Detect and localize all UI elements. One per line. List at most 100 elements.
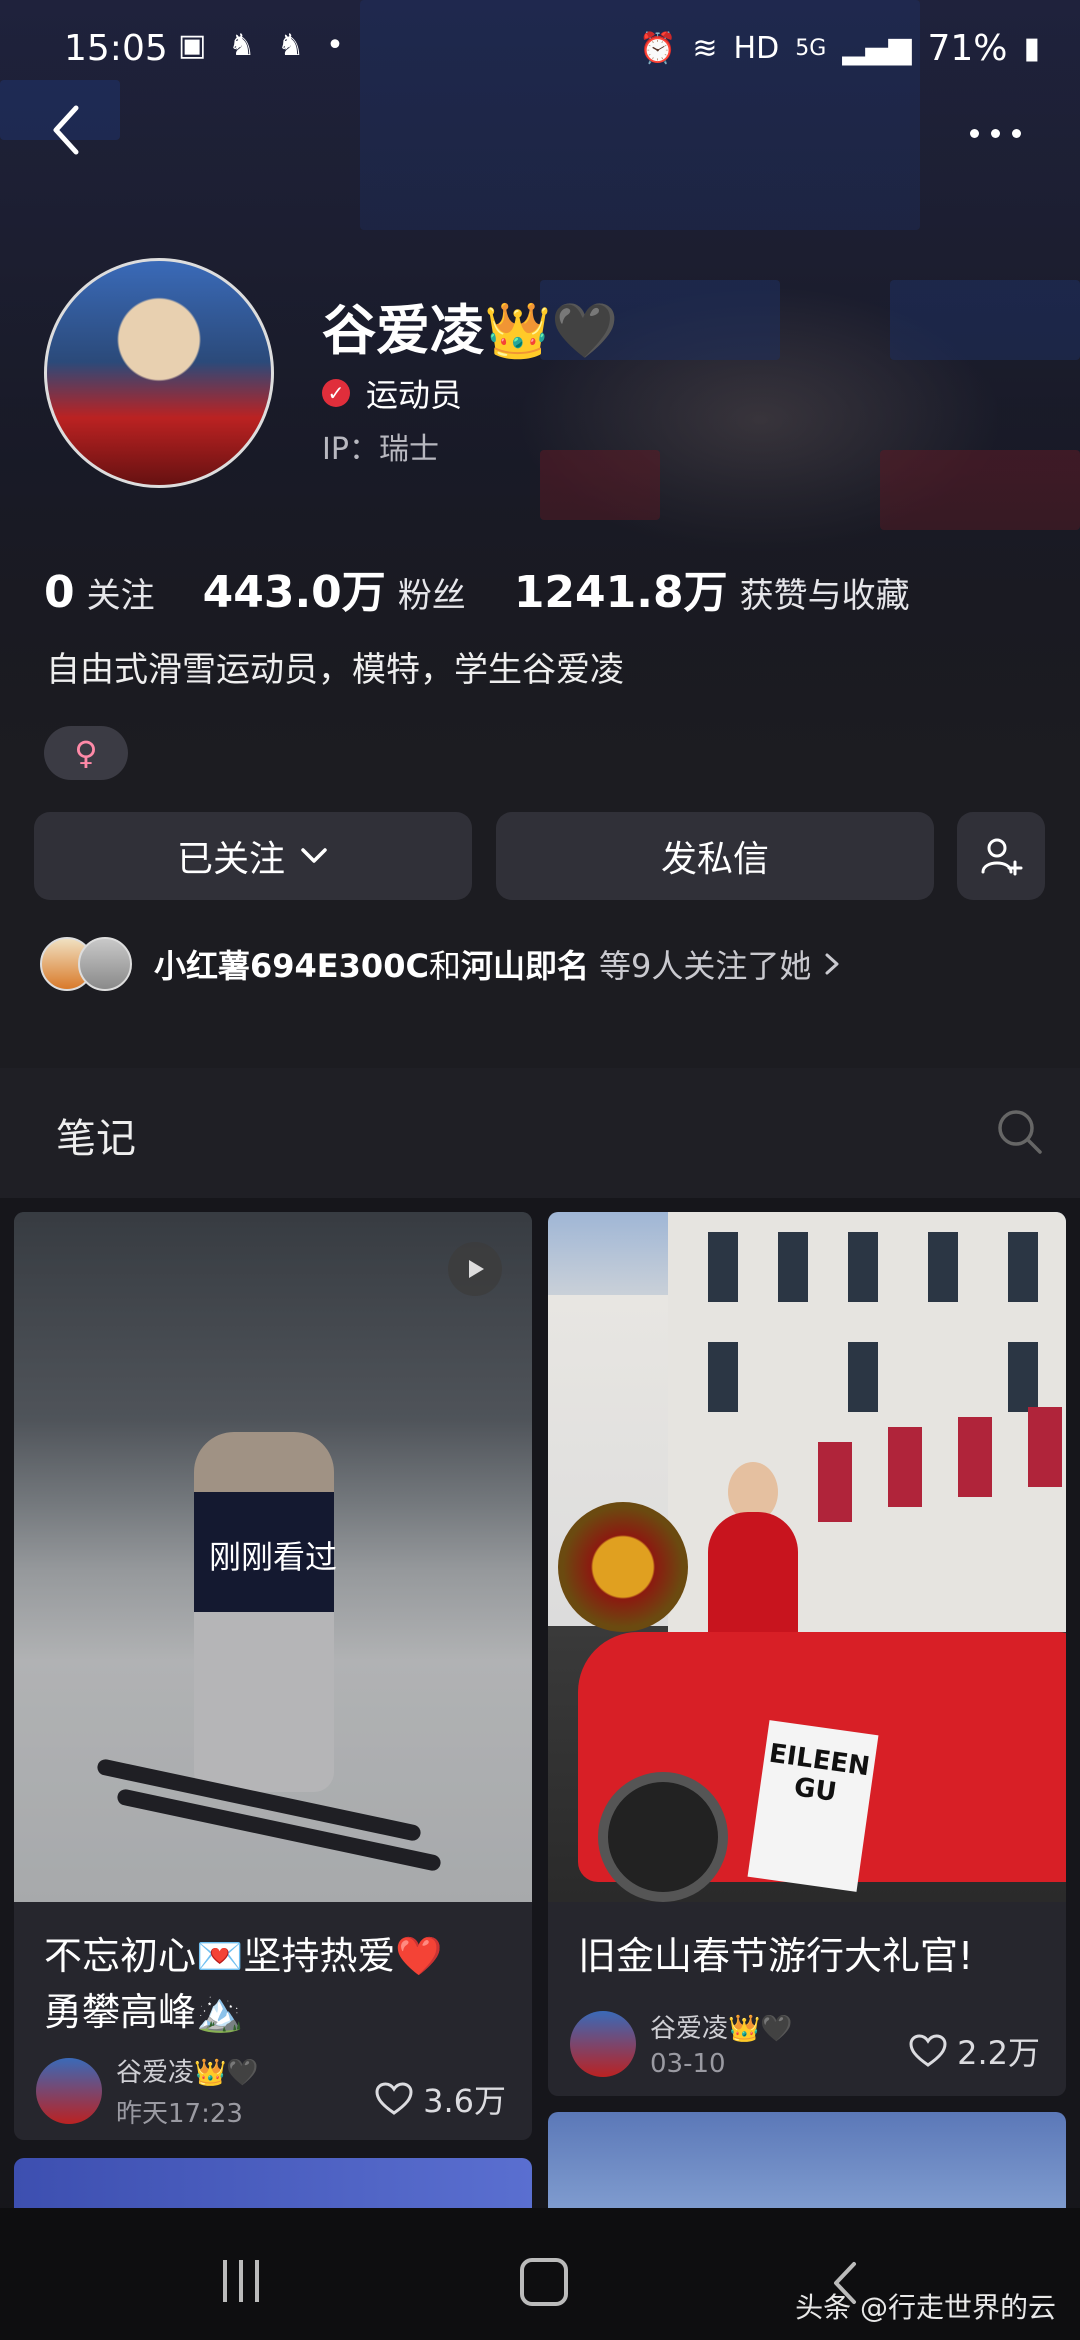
like-count: 3.6万 — [423, 2082, 506, 2120]
window-shape — [928, 1232, 958, 1302]
banner-shape — [888, 1427, 922, 1507]
note-cover-image: EILEEN GU — [548, 1212, 1066, 1902]
following-count[interactable]: 0 — [44, 567, 75, 618]
signal-icon: ▂▄▆ — [842, 31, 912, 66]
status-notification-icons: ▣ ♞ ♞ • — [178, 28, 344, 63]
likes-count[interactable]: 1241.8万 — [514, 556, 728, 620]
note-card[interactable]: EILEEN GU 旧金山春节游行大礼官! 谷爱凌👑🖤 03-10 2.2万 — [548, 1212, 1066, 2096]
notes-search-button[interactable] — [994, 1106, 1046, 1158]
chevron-down-icon — [301, 848, 327, 863]
note-card[interactable] — [14, 2158, 532, 2208]
note-title: 不忘初心💌坚持热爱❤️ 勇攀高峰🏔️ — [44, 1928, 443, 2040]
tab-notes[interactable]: 笔记 — [56, 1106, 136, 1164]
system-nav-bar: 头条 @行走世界的云 — [0, 2208, 1080, 2340]
car-plate: EILEEN GU — [747, 1720, 879, 1892]
more-options-button[interactable] — [970, 118, 1040, 148]
recent-apps-button[interactable] — [218, 2260, 264, 2302]
heart-icon — [909, 2034, 947, 2067]
status-bar: 15:05 ▣ ♞ ♞ • ⏰ ≋ HD 5G ▂▄▆ 71% ▮ — [0, 18, 1080, 88]
add-friend-button[interactable] — [957, 812, 1045, 900]
mutual-connector: 和 — [428, 947, 461, 985]
window-shape — [848, 1342, 878, 1412]
note-date: 03-10 — [650, 2049, 726, 2079]
alarm-icon: ⏰ — [639, 31, 677, 66]
heart-icon — [375, 2082, 413, 2115]
status-time: 15:05 — [64, 28, 168, 69]
message-button[interactable]: 发私信 — [496, 812, 934, 900]
battery-level: 71% — [927, 28, 1008, 69]
chevron-left-icon — [53, 105, 79, 155]
note-cover-image: 刚刚看过 — [14, 1212, 532, 1902]
battery-icon: ▮ — [1023, 31, 1040, 66]
play-icon — [469, 1260, 484, 1278]
following-button-label: 已关注 — [176, 839, 285, 880]
add-user-icon — [981, 838, 1023, 876]
window-shape — [1008, 1232, 1038, 1302]
followers-label[interactable]: 粉丝 — [398, 568, 466, 617]
notes-feed: 刚刚看过 不忘初心💌坚持热爱❤️ 勇攀高峰🏔️ 谷爱凌👑🖤 昨天17:23 3.… — [0, 1198, 1080, 2208]
note-title: 旧金山春节游行大礼官! — [578, 1934, 974, 1978]
recently-viewed-label: 刚刚看过 — [208, 1538, 337, 1576]
following-button[interactable]: 已关注 — [34, 812, 472, 900]
author-avatar — [570, 2010, 636, 2077]
app-icon: ♞ — [228, 28, 256, 63]
window-shape — [848, 1232, 878, 1302]
note-title-line: 勇攀高峰🏔️ — [44, 1990, 244, 2034]
following-label[interactable]: 关注 — [87, 568, 155, 617]
profile-name: 谷爱凌👑🖤 — [322, 286, 618, 365]
profile-stats: 0 关注 443.0万 粉丝 1241.8万 获赞与收藏 — [44, 556, 958, 620]
window-shape — [1008, 1342, 1038, 1412]
gender-female-icon: ♀ — [44, 726, 128, 780]
avatar[interactable] — [44, 258, 274, 488]
banner-shape — [818, 1442, 852, 1522]
wheel-shape — [598, 1772, 728, 1902]
gallery-icon: ▣ — [178, 28, 207, 63]
banner-shape — [1028, 1407, 1062, 1487]
note-author[interactable]: 谷爱凌👑🖤 03-10 — [570, 2008, 793, 2079]
message-button-label: 发私信 — [660, 839, 769, 880]
dot-icon: • — [326, 28, 344, 63]
app-icon: ♞ — [277, 28, 305, 63]
chevron-right-icon — [825, 953, 839, 975]
like-count: 2.2万 — [957, 2034, 1040, 2072]
note-title-line: 不忘初心💌坚持热爱❤️ — [44, 1934, 443, 1978]
note-card[interactable]: 刚刚看过 不忘初心💌坚持热爱❤️ 勇攀高峰🏔️ 谷爱凌👑🖤 昨天17:23 3.… — [14, 1212, 532, 2140]
more-dot-icon — [970, 128, 979, 138]
flowers-shape — [558, 1502, 688, 1632]
notes-tab-bar: 笔记 — [0, 1068, 1080, 1198]
window-shape — [708, 1342, 738, 1412]
author-name: 谷爱凌👑🖤 — [650, 2014, 793, 2044]
author-name: 谷爱凌👑🖤 — [116, 2058, 259, 2088]
like-button[interactable]: 3.6万 — [375, 2076, 506, 2122]
profile-name-emojis: 👑🖤 — [484, 299, 619, 362]
window-shape — [778, 1232, 808, 1302]
more-dot-icon — [991, 128, 1000, 138]
ip-location: IP：瑞士 — [322, 432, 439, 467]
verified-badge: ✓ 运动员 — [322, 370, 462, 416]
note-date: 昨天17:23 — [116, 2099, 243, 2129]
mutual-name-2: 河山即名 — [460, 947, 589, 985]
more-dot-icon — [1012, 128, 1021, 138]
note-author[interactable]: 谷爱凌👑🖤 昨天17:23 — [36, 2052, 259, 2130]
wifi-icon: ≋ — [692, 31, 718, 66]
recent-line-icon — [223, 2260, 227, 2302]
mutual-suffix: 等9人关注了她 — [598, 947, 812, 985]
verified-label: 运动员 — [366, 376, 463, 414]
verified-check-icon: ✓ — [322, 379, 350, 407]
window-shape — [708, 1232, 738, 1302]
back-button[interactable] — [46, 100, 96, 160]
profile-name-text: 谷爱凌 — [322, 299, 484, 362]
home-button[interactable] — [520, 2258, 568, 2306]
profile-bio: 自由式滑雪运动员，模特，学生谷爱凌 — [46, 650, 624, 690]
signal-label: 5G — [795, 36, 827, 61]
video-play-icon — [448, 1242, 502, 1296]
mutual-name-1: 小红薯694E300C — [154, 947, 429, 985]
like-button[interactable]: 2.2万 — [909, 2028, 1040, 2074]
recent-line-icon — [239, 2260, 243, 2302]
note-card[interactable] — [548, 2112, 1066, 2208]
status-right: ⏰ ≋ HD 5G ▂▄▆ 71% ▮ — [639, 28, 1040, 69]
recent-line-icon — [255, 2260, 259, 2302]
likes-label[interactable]: 获赞与收藏 — [740, 568, 910, 617]
mutual-followers-row[interactable]: 小红薯694E300C 和 河山即名 等9人关注了她 — [40, 934, 845, 994]
followers-count[interactable]: 443.0万 — [203, 556, 386, 620]
